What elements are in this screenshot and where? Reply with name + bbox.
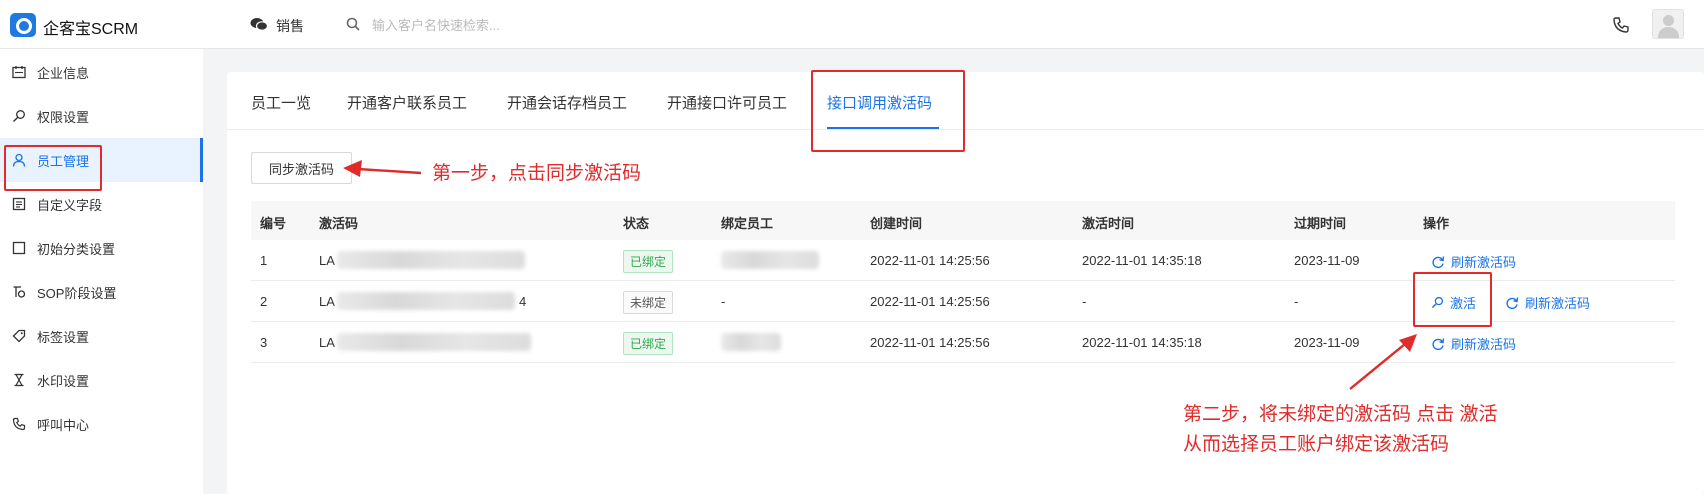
square-icon xyxy=(12,241,26,255)
tag-icon xyxy=(12,329,26,343)
hourglass-icon xyxy=(14,373,24,387)
brand-name: 企客宝SCRM xyxy=(43,21,139,38)
created-time: 2022-11-01 14:25:56 xyxy=(870,335,990,350)
brand-logo-icon[interactable] xyxy=(10,13,36,37)
sidebar-item-initial-category[interactable]: 初始分类设置 xyxy=(0,226,203,270)
key-icon xyxy=(1431,296,1444,309)
key-icon xyxy=(13,110,25,122)
table-row: 3 LA 已绑定 2022-11-01 14:25:56 2022-11-01 … xyxy=(251,322,1675,363)
status-badge: 未绑定 xyxy=(623,291,674,314)
column-header: 创建时间 xyxy=(870,216,923,231)
refresh-icon xyxy=(1506,296,1519,309)
bound-employee: - xyxy=(721,294,726,309)
sync-activation-code-button[interactable]: 同步激活码 xyxy=(251,152,352,184)
sidebar-item-label: 权限设置 xyxy=(37,109,90,125)
user-avatar[interactable] xyxy=(1652,9,1684,39)
phone-icon[interactable] xyxy=(1612,16,1630,34)
redacted-employee xyxy=(721,333,781,351)
action-label: 刷新激活码 xyxy=(1525,296,1591,311)
refresh-icon xyxy=(1432,337,1445,350)
activated-time: 2022-11-01 14:35:18 xyxy=(1082,253,1202,268)
expires-time: 2023-11-09 xyxy=(1294,253,1360,268)
annotation-step2-line2: 从而选择员工账户绑定该激活码 xyxy=(1183,434,1450,455)
sidebar-item-label: 自定义字段 xyxy=(37,197,103,213)
tab-customer-contact-employees[interactable]: 开通客户联系员工 xyxy=(347,92,467,113)
top-bar: 企客宝SCRM 销售 xyxy=(0,0,1704,49)
row-id: 1 xyxy=(260,253,268,268)
column-header: 操作 xyxy=(1423,216,1450,231)
row-id: 3 xyxy=(260,335,268,350)
redacted-code xyxy=(337,333,531,351)
annotation-step2-line1: 第二步，将未绑定的激活码 点击 激活 xyxy=(1183,404,1498,425)
tab-activation-codes[interactable]: 接口调用激活码 xyxy=(827,92,932,113)
sidebar-item-call-center[interactable]: 呼叫中心 xyxy=(0,402,203,446)
sidebar-item-label: 员工管理 xyxy=(37,153,90,169)
column-header: 绑定员工 xyxy=(721,216,774,231)
main-panel: 员工一览 开通客户联系员工 开通会话存档员工 开通接口许可员工 接口调用激活码 … xyxy=(227,72,1704,494)
refresh-icon xyxy=(1432,255,1445,268)
redacted-employee xyxy=(721,251,819,269)
refresh-code-button[interactable]: 刷新激活码 xyxy=(1431,252,1516,271)
refresh-code-button[interactable]: 刷新激活码 xyxy=(1505,293,1590,312)
activated-time: - xyxy=(1082,294,1087,309)
search-icon xyxy=(346,17,360,31)
active-tab-indicator xyxy=(827,127,939,129)
sidebar-item-label: 初始分类设置 xyxy=(37,241,116,257)
redacted-code xyxy=(337,251,525,269)
column-header: 状态 xyxy=(623,216,650,231)
sidebar-item-label: 呼叫中心 xyxy=(37,417,90,433)
activation-code: LA xyxy=(319,253,335,268)
activation-code: LA xyxy=(319,294,335,309)
department-selector[interactable]: 销售 xyxy=(276,16,304,36)
user-icon xyxy=(12,153,26,167)
annotation-step1: 第一步，点击同步激活码 xyxy=(432,163,642,184)
sidebar-item-watermark[interactable]: 水印设置 xyxy=(0,358,203,402)
customer-search-input[interactable] xyxy=(372,13,672,37)
sidebar-item-label: SOP阶段设置 xyxy=(37,285,117,301)
sidebar-item-sop-stage[interactable]: SOP阶段设置 xyxy=(0,270,203,314)
created-time: 2022-11-01 14:25:56 xyxy=(870,253,990,268)
table-header: 编号 激活码 状态 绑定员工 创建时间 激活时间 过期时间 操作 xyxy=(251,201,1675,240)
action-label: 激活 xyxy=(1450,296,1477,311)
tab-session-archive-employees[interactable]: 开通会话存档员工 xyxy=(507,92,627,113)
status-badge: 已绑定 xyxy=(623,332,674,355)
column-header: 激活码 xyxy=(319,216,359,231)
sidebar-item-employee-management[interactable]: 员工管理 xyxy=(0,138,203,182)
sidebar-item-permissions[interactable]: 权限设置 xyxy=(0,94,203,138)
tab-bar: 员工一览 开通客户联系员工 开通会话存档员工 开通接口许可员工 接口调用激活码 xyxy=(227,72,1704,130)
table-row: 1 LA 已绑定 2022-11-01 14:25:56 2022-11-01 … xyxy=(251,240,1675,281)
activated-time: 2022-11-01 14:35:18 xyxy=(1082,335,1202,350)
wechat-icon xyxy=(250,18,268,31)
column-header: 编号 xyxy=(260,216,287,231)
sidebar-item-label: 企业信息 xyxy=(37,65,90,81)
expires-time: - xyxy=(1294,294,1299,309)
created-time: 2022-11-01 14:25:56 xyxy=(870,294,990,309)
sidebar-item-label: 水印设置 xyxy=(37,373,90,389)
row-id: 2 xyxy=(260,294,268,309)
activate-button[interactable]: 激活 xyxy=(1431,293,1476,312)
redacted-code xyxy=(337,292,515,310)
table-row: 2 LA 4 未绑定 - 2022-11-01 14:25:56 - - 激活 … xyxy=(251,281,1675,322)
sidebar: 企业信息 权限设置 员工管理 自定义字段 初始分类设置 SOP阶段设置 标签设置… xyxy=(0,49,203,494)
activation-code-suffix: 4 xyxy=(519,294,527,309)
sidebar-item-tags[interactable]: 标签设置 xyxy=(0,314,203,358)
action-label: 刷新激活码 xyxy=(1451,255,1517,270)
column-header: 过期时间 xyxy=(1294,216,1347,231)
refresh-code-button[interactable]: 刷新激活码 xyxy=(1431,334,1516,353)
sop-icon xyxy=(13,286,26,298)
form-icon xyxy=(12,197,26,211)
tab-interface-license-employees[interactable]: 开通接口许可员工 xyxy=(667,92,787,113)
tab-employee-list[interactable]: 员工一览 xyxy=(251,92,311,113)
sidebar-item-label: 标签设置 xyxy=(37,329,90,345)
phone-icon xyxy=(12,417,26,431)
column-header: 激活时间 xyxy=(1082,216,1135,231)
activation-code: LA xyxy=(319,335,335,350)
sidebar-item-company-info[interactable]: 企业信息 xyxy=(0,50,203,94)
calendar-icon xyxy=(12,66,26,79)
sidebar-item-custom-fields[interactable]: 自定义字段 xyxy=(0,182,203,226)
status-badge: 已绑定 xyxy=(623,250,674,273)
expires-time: 2023-11-09 xyxy=(1294,335,1360,350)
action-label: 刷新激活码 xyxy=(1451,337,1517,352)
